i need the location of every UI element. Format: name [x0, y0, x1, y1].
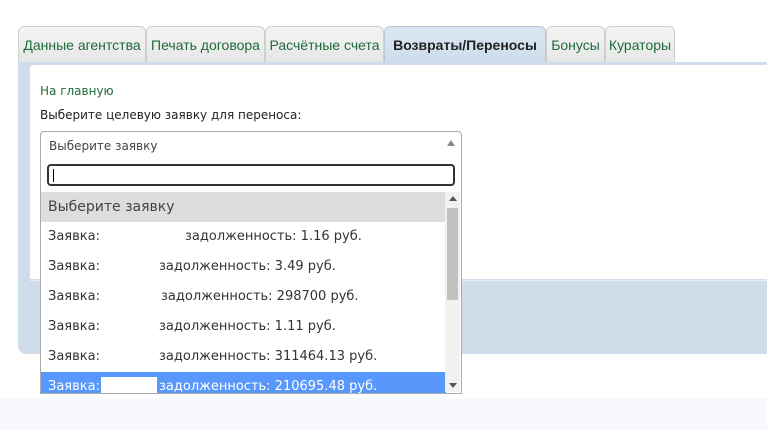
option-debt: задолженность: 210695.48 руб.: [159, 379, 378, 394]
tab-curators[interactable]: Кураторы: [605, 26, 675, 63]
tab-refunds-transfers[interactable]: Возвраты/Переносы: [384, 26, 546, 63]
target-request-label: Выберите целевую заявку для переноса:: [40, 108, 302, 122]
tab-bar: Данные агентства Печать договора Расчётн…: [18, 26, 767, 64]
option-debt: задолженность: 298700 руб.: [161, 289, 359, 304]
option-request[interactable]: Заявка: задолженность: 311464.13 руб.: [41, 342, 446, 372]
select-current-value: Выберите заявку: [49, 139, 158, 153]
scroll-up-icon[interactable]: [449, 196, 457, 201]
option-label: Выберите заявку: [48, 199, 175, 215]
option-prefix: Заявка:: [48, 379, 100, 394]
option-prefix: Заявка:: [48, 229, 100, 244]
chevron-up-icon: [447, 140, 455, 146]
option-request[interactable]: Заявка: задолженность: 1.16 руб.: [41, 222, 446, 252]
request-select[interactable]: Выберите заявку: [40, 131, 462, 159]
option-prefix: Заявка:: [48, 349, 100, 364]
option-placeholder[interactable]: Выберите заявку: [41, 192, 446, 222]
option-request-highlighted[interactable]: Заявка: задолженность: 210695.48 руб.: [41, 372, 446, 394]
redacted-area: [101, 377, 157, 393]
home-link[interactable]: На главную: [40, 84, 114, 98]
text-caret: [53, 169, 54, 182]
dropdown-search-input[interactable]: [47, 164, 455, 186]
option-debt: задолженность: 311464.13 руб.: [159, 349, 378, 364]
option-prefix: Заявка:: [48, 319, 100, 334]
option-list: Выберите заявку Заявка: задолженность: 1…: [41, 192, 446, 394]
option-debt: задолженность: 1.11 руб.: [159, 319, 336, 334]
tab-agency-data[interactable]: Данные агентства: [18, 26, 146, 63]
option-request[interactable]: Заявка: задолженность: 298700 руб.: [41, 282, 446, 312]
option-prefix: Заявка:: [48, 259, 100, 274]
tab-contract-print[interactable]: Печать договора: [146, 26, 265, 63]
tab-bonuses[interactable]: Бонусы: [546, 26, 605, 63]
option-debt: задолженность: 3.49 руб.: [159, 259, 336, 274]
option-prefix: Заявка:: [48, 289, 100, 304]
page-bottom-band: [0, 398, 767, 430]
option-debt: задолженность: 1.16 руб.: [185, 229, 362, 244]
tab-accounts[interactable]: Расчётные счета: [265, 26, 384, 63]
select-dropdown: Выберите заявку Заявка: задолженность: 1…: [40, 158, 462, 394]
scroll-thumb[interactable]: [447, 208, 458, 300]
option-request[interactable]: Заявка: задолженность: 3.49 руб.: [41, 252, 446, 282]
scroll-down-icon[interactable]: [449, 383, 457, 388]
option-request[interactable]: Заявка: задолженность: 1.11 руб.: [41, 312, 446, 342]
dropdown-scrollbar[interactable]: [445, 192, 460, 392]
